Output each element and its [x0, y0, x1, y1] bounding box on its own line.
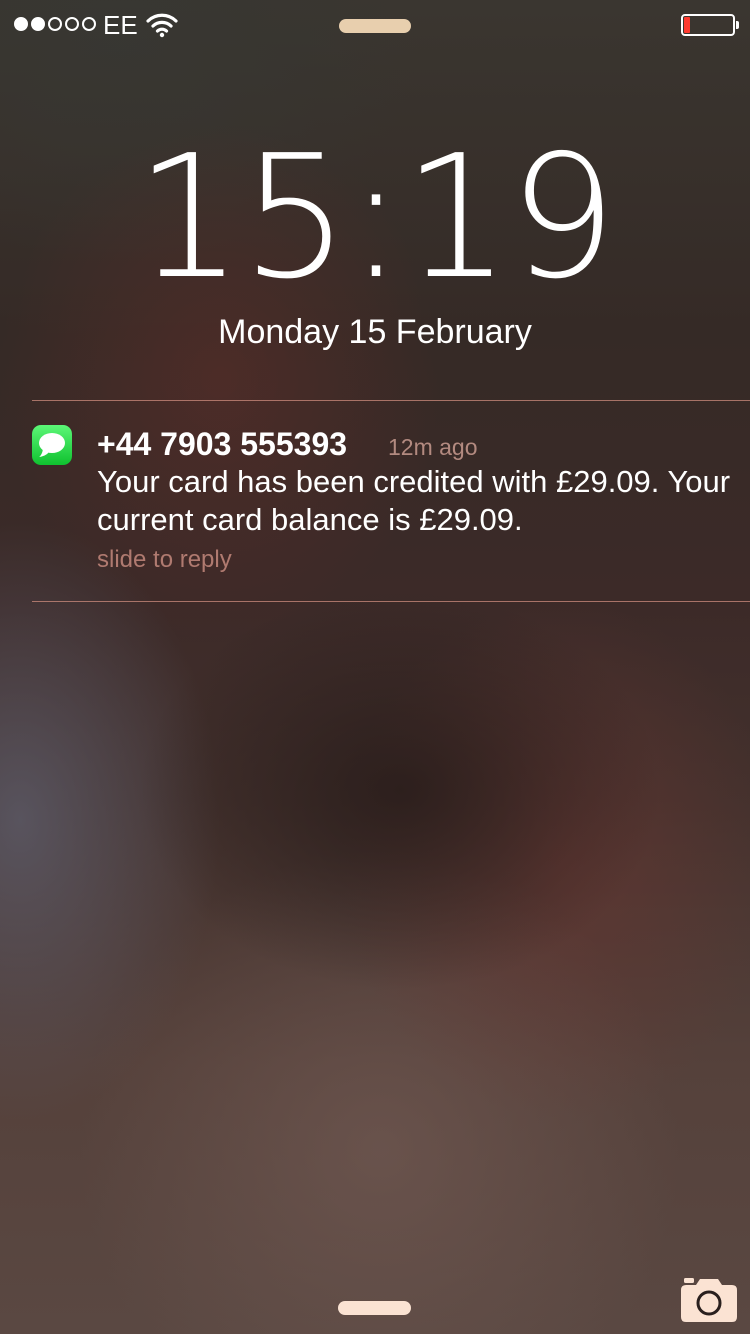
signal-dot	[65, 17, 79, 31]
lock-screen-date: Monday 15 February	[218, 313, 532, 351]
lock-screen-time: 15:19	[135, 119, 617, 317]
top-grabber-handle[interactable]	[339, 19, 411, 33]
signal-dot	[31, 17, 45, 31]
message-notification[interactable]: +44 7903 555393 12m ago Your card has be…	[0, 401, 750, 601]
wifi-icon	[146, 13, 178, 38]
signal-dot	[82, 17, 96, 31]
battery-tip	[736, 21, 739, 29]
notification-sender: +44 7903 555393	[97, 426, 348, 462]
signal-dot	[48, 17, 62, 31]
notification-timestamp: 12m ago	[388, 434, 478, 460]
bottom-grabber-handle[interactable]	[338, 1301, 411, 1315]
signal-dot	[14, 17, 28, 31]
slide-to-reply-hint[interactable]: slide to reply	[97, 545, 232, 575]
signal-strength-icon	[14, 17, 96, 31]
battery-icon	[681, 14, 739, 36]
carrier-name: EE	[103, 10, 138, 40]
status-bar: EE	[0, 0, 750, 50]
messages-icon	[32, 425, 72, 465]
camera-icon[interactable]	[681, 1276, 737, 1322]
battery-level-fill	[684, 17, 690, 33]
notification-message: Your card has been credited with £29.09.…	[97, 464, 731, 537]
notification-divider-bottom	[32, 601, 750, 602]
